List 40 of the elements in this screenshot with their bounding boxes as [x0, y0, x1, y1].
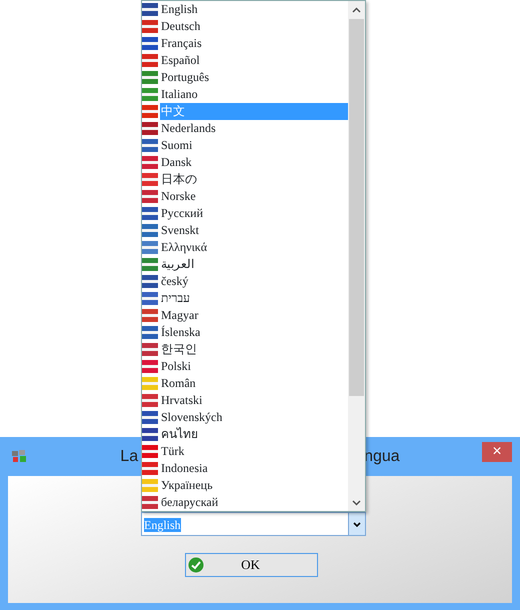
language-option[interactable]: العربية — [160, 256, 348, 273]
language-option[interactable]: Dansk — [160, 154, 348, 171]
language-option[interactable]: Polski — [160, 358, 348, 375]
close-button[interactable]: × — [482, 442, 512, 462]
scroll-up-icon[interactable] — [352, 7, 361, 13]
language-option[interactable]: Svenskt — [160, 222, 348, 239]
language-option[interactable]: český — [160, 273, 348, 290]
language-option[interactable]: Español — [160, 52, 348, 69]
language-option[interactable]: Українець — [160, 477, 348, 494]
language-option[interactable]: Magyar — [160, 307, 348, 324]
language-option[interactable]: Suomi — [160, 137, 348, 154]
language-option[interactable]: English — [160, 1, 348, 18]
scrollbar-thumb[interactable] — [349, 19, 364, 396]
language-option[interactable]: Türk — [160, 443, 348, 460]
language-option[interactable]: беларускай — [160, 494, 348, 511]
chevron-down-icon — [353, 522, 361, 526]
language-option[interactable]: 日本の — [160, 171, 348, 188]
window-title: La — [120, 447, 138, 467]
scroll-down-icon[interactable] — [352, 500, 361, 506]
dropdown-button[interactable] — [348, 513, 365, 535]
app-icon — [11, 449, 27, 463]
language-option[interactable]: Hrvatski — [160, 392, 348, 409]
language-option[interactable]: עברית — [160, 290, 348, 307]
language-option[interactable]: 한국인 — [160, 341, 348, 358]
language-option[interactable]: Slovenských — [160, 409, 348, 426]
language-option[interactable]: Român — [160, 375, 348, 392]
language-option[interactable]: Français — [160, 35, 348, 52]
combo-value: English — [144, 518, 181, 532]
language-option[interactable]: Norske — [160, 188, 348, 205]
checkmark-icon — [188, 557, 204, 573]
language-option[interactable]: Nederlands — [160, 120, 348, 137]
language-option[interactable]: คนไทย — [160, 426, 348, 443]
language-option[interactable]: Русский — [160, 205, 348, 222]
language-option[interactable]: Ελληνικά — [160, 239, 348, 256]
language-option[interactable]: Italiano — [160, 86, 348, 103]
language-option[interactable]: Íslenska — [160, 324, 348, 341]
language-option[interactable]: Indonesia — [160, 460, 348, 477]
ok-button[interactable]: OK — [185, 553, 318, 577]
language-option[interactable]: Português — [160, 69, 348, 86]
language-option[interactable]: Deutsch — [160, 18, 348, 35]
